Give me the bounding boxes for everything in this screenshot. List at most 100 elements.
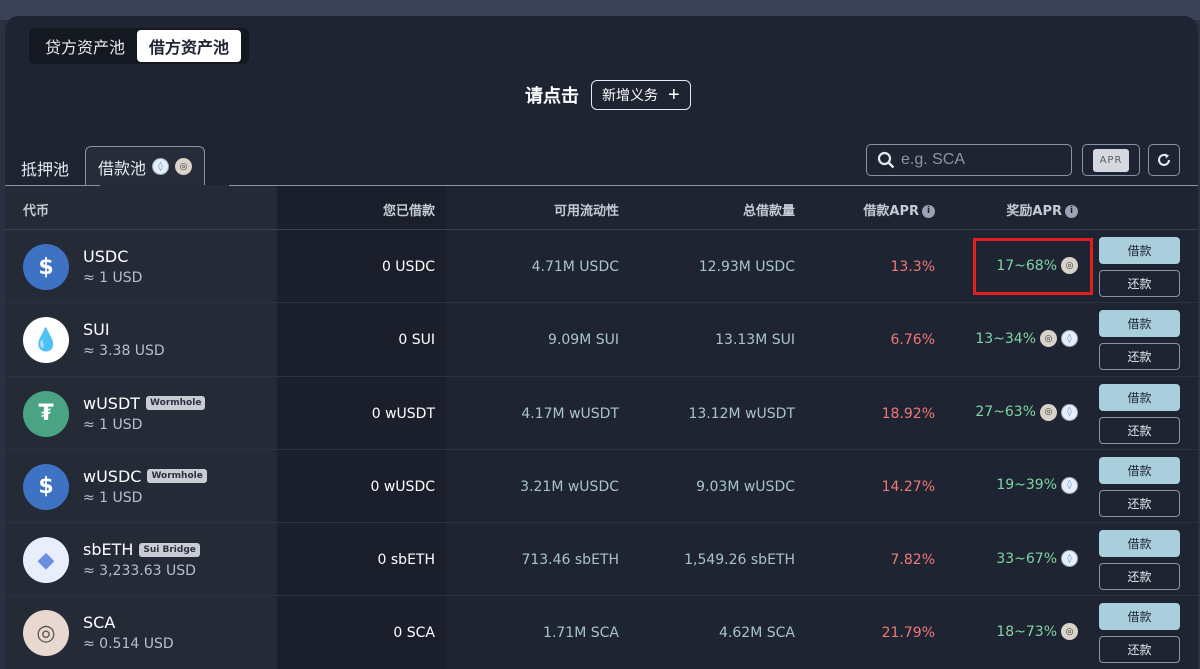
search-box[interactable]: [866, 144, 1072, 176]
table-row: 💧 SUI ≈ 3.38 USD 0 SUI 9.09M SUI 13.13M …: [5, 303, 1198, 377]
usdt-icon: ₮: [23, 390, 69, 437]
col-token: 代币: [23, 204, 50, 219]
sui-reward-icon: ◊: [1061, 476, 1078, 494]
repay-button[interactable]: 还款: [1099, 343, 1180, 371]
repay-button[interactable]: 还款: [1099, 489, 1180, 517]
total-borrowed: 1,549.26 sbETH: [684, 552, 795, 569]
total-borrowed: 9.03M wUSDC: [696, 478, 795, 495]
highlight-box: [973, 238, 1093, 295]
sui-reward-icon: ◊: [1061, 330, 1078, 348]
borrow-apr: 14.27%: [881, 478, 935, 495]
table-row: ◎ SCA ≈ 0.514 USD 0 SCA 1.71M SCA 4.62M …: [5, 596, 1198, 669]
col-borrowed: 您已借款: [382, 204, 435, 219]
reward-apr: 19~39% ◊: [996, 476, 1078, 494]
pool-subtabs: 抵押池 借款池 ◊ ◎: [5, 146, 206, 186]
borrow-button[interactable]: 借款: [1099, 530, 1180, 558]
reward-apr: 13~34% ◎ ◊: [975, 330, 1078, 348]
tab-borrow-subpool[interactable]: 借款池 ◊ ◎: [85, 146, 206, 186]
bridge-badge: Wormhole: [147, 469, 207, 484]
available-liquidity: 9.09M SUI: [548, 332, 619, 349]
borrow-apr: 6.76%: [890, 332, 935, 349]
available-liquidity: 3.21M wUSDC: [520, 478, 619, 495]
col-total: 总借款量: [742, 204, 795, 219]
borrowed-amount: 0 USDC: [381, 259, 435, 275]
reward-apr: 33~67% ◊: [996, 550, 1078, 568]
bridge-badge: Wormhole: [146, 396, 206, 411]
total-borrowed: 13.13M SUI: [715, 332, 795, 349]
total-borrowed: 12.93M USDC: [698, 259, 795, 275]
token-name: SUI: [83, 320, 110, 340]
refresh-button[interactable]: [1148, 144, 1180, 176]
repay-button[interactable]: 还款: [1099, 416, 1180, 444]
sui-reward-icon: ◊: [152, 158, 170, 175]
token-price: ≈ 1 USD: [83, 416, 143, 433]
plus-icon: +: [668, 84, 680, 106]
borrow-apr: 18.92%: [881, 405, 935, 422]
sca-reward-icon: ◎: [175, 158, 193, 175]
pool-switch: 贷方资产池 借方资产池: [29, 28, 249, 64]
refresh-icon: [1158, 153, 1170, 166]
available-liquidity: 4.17M wUSDT: [521, 405, 619, 422]
borrow-apr: 21.79%: [881, 625, 935, 642]
available-liquidity: 4.71M USDC: [531, 259, 619, 275]
sui-icon: 💧: [23, 317, 69, 364]
search-icon: [877, 151, 895, 169]
token-price: ≈ 1 USD: [83, 489, 143, 506]
apr-toggle[interactable]: APR: [1082, 144, 1140, 176]
token-price: ≈ 0.514 USD: [83, 636, 174, 653]
repay-button[interactable]: 还款: [1099, 563, 1180, 591]
token-name: wUSDT Wormhole: [83, 394, 206, 413]
tab-collateral-pool[interactable]: 抵押池: [5, 148, 85, 186]
sca-icon: ◎: [23, 610, 69, 657]
token-price: ≈ 1 USD: [83, 270, 143, 286]
prompt-text: 请点击: [525, 86, 579, 107]
token-price: ≈ 3,233.63 USD: [83, 563, 196, 580]
total-borrowed: 4.62M SCA: [719, 625, 795, 642]
repay-button[interactable]: 还款: [1099, 636, 1180, 664]
token-name: SCA: [83, 613, 116, 633]
add-obligation-prompt: 请点击 新增义务 +: [525, 80, 691, 110]
borrowed-amount: 0 wUSDC: [370, 478, 436, 495]
tab-borrow-pool[interactable]: 借方资产池: [137, 30, 242, 62]
table-row: $ wUSDC Wormhole ≈ 1 USD 0 wUSDC 3.21M w…: [5, 450, 1198, 524]
token-name: wUSDC Wormhole: [83, 467, 207, 486]
col-apr: 借款APR i: [863, 200, 935, 219]
col-reward: 奖励APR i: [1006, 200, 1078, 219]
available-liquidity: 713.46 sbETH: [521, 552, 619, 569]
token-name: sbETH Sui Bridge: [83, 540, 200, 559]
borrow-panel: 贷方资产池 借方资产池 请点击 新增义务 + 抵押池 借款池 ◊ ◎ APR: [5, 16, 1198, 669]
repay-button[interactable]: 还款: [1099, 270, 1180, 297]
table-body: $ USDC ≈ 1 USD 0 USDC 4.71M USDC 12.93M …: [5, 230, 1198, 669]
add-obligation-label: 新增义务: [602, 87, 658, 103]
token-price: ≈ 3.38 USD: [83, 343, 165, 360]
eth-icon: ◆: [23, 537, 69, 584]
table-header: 代币 您已借款 可用流动性 总借款量 借款APR i 奖励APR i: [5, 186, 1198, 230]
borrow-button[interactable]: 借款: [1099, 383, 1180, 411]
borrowed-amount: 0 SUI: [398, 332, 435, 349]
sui-reward-icon: ◊: [1061, 403, 1078, 421]
reward-apr: 18~73% ◎: [996, 623, 1078, 641]
borrow-button[interactable]: 借款: [1099, 310, 1180, 338]
borrow-apr: 13.3%: [890, 259, 935, 275]
borrow-apr: 7.82%: [890, 552, 935, 569]
borrow-button[interactable]: 借款: [1099, 237, 1180, 264]
total-borrowed: 13.12M wUSDT: [688, 405, 795, 422]
info-icon[interactable]: i: [922, 205, 935, 218]
token-name: USDC: [83, 247, 129, 266]
search-input[interactable]: [901, 151, 1061, 169]
sca-reward-icon: ◎: [1040, 403, 1057, 421]
info-icon[interactable]: i: [1065, 205, 1078, 218]
borrow-button[interactable]: 借款: [1099, 603, 1180, 631]
borrow-button[interactable]: 借款: [1099, 456, 1180, 484]
apr-toggle-label: APR: [1092, 148, 1130, 172]
sca-reward-icon: ◎: [1061, 623, 1078, 641]
usdc-icon: $: [23, 244, 69, 290]
sui-reward-icon: ◊: [1061, 550, 1078, 568]
reward-apr: 27~63% ◎ ◊: [975, 403, 1078, 421]
borrowed-amount: 0 sbETH: [377, 552, 435, 569]
add-obligation-button[interactable]: 新增义务 +: [591, 80, 691, 110]
tab-lend-pool[interactable]: 贷方资产池: [33, 30, 137, 62]
available-liquidity: 1.71M SCA: [543, 625, 619, 642]
usdc-icon: $: [23, 463, 69, 510]
table-row: ◆ sbETH Sui Bridge ≈ 3,233.63 USD 0 sbET…: [5, 523, 1198, 597]
